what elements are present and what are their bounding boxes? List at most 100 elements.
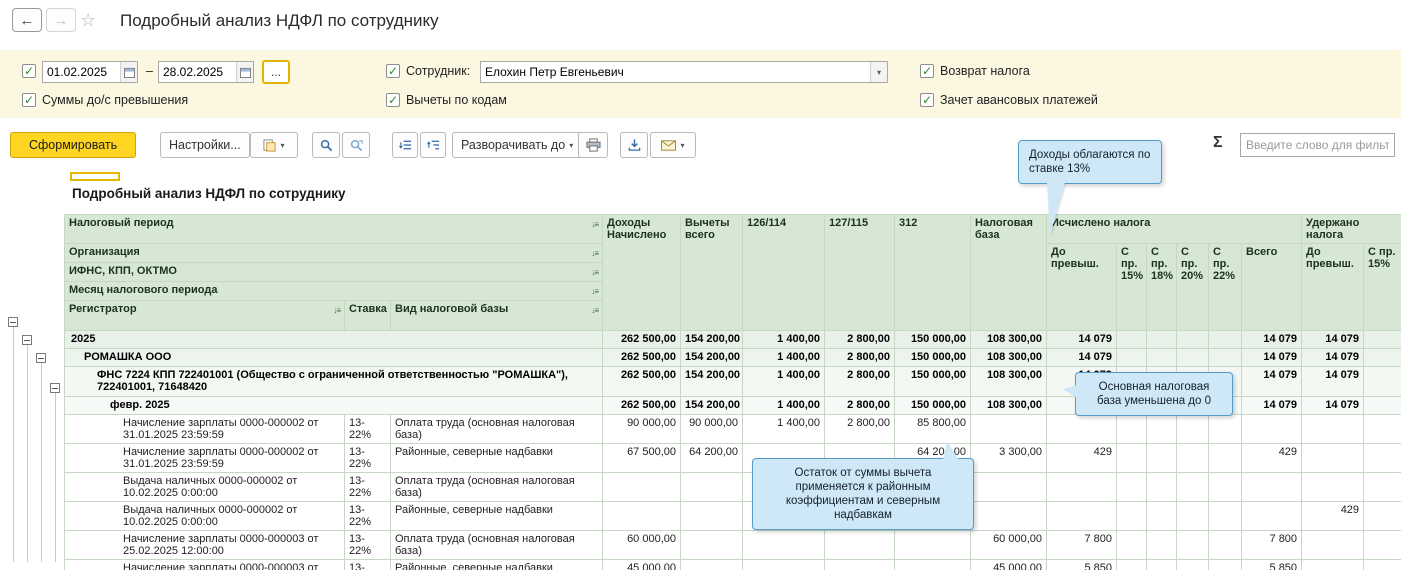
sort-icon[interactable]: ↓≡ — [591, 219, 598, 231]
row-label-cell[interactable]: Начисление зарплаты 0000-000002 от 31.01… — [65, 444, 345, 473]
value-cell[interactable] — [1209, 502, 1242, 531]
value-cell[interactable] — [1209, 444, 1242, 473]
value-cell[interactable] — [1177, 473, 1209, 502]
value-cell[interactable]: 1 400,00 — [743, 349, 825, 367]
value-cell[interactable] — [1147, 502, 1177, 531]
header-code-126[interactable]: 126/114 — [743, 215, 825, 331]
value-cell[interactable] — [1147, 349, 1177, 367]
expand-levels-button[interactable] — [420, 132, 446, 158]
value-cell[interactable]: 5 850 — [1047, 560, 1117, 570]
header-calc-20[interactable]: С пр. 20% — [1177, 244, 1209, 331]
favorite-star-icon[interactable]: ☆ — [80, 10, 96, 31]
value-cell[interactable]: 108 300,00 — [971, 349, 1047, 367]
rate-cell[interactable]: 13-22% — [345, 415, 391, 444]
value-cell[interactable]: 1 400,00 — [743, 331, 825, 349]
value-cell[interactable]: 14 079 — [1047, 331, 1117, 349]
chevron-down-icon[interactable]: ▾ — [870, 62, 887, 82]
value-cell[interactable]: 262 500,00 — [603, 331, 681, 349]
settings-button[interactable]: Настройки... — [160, 132, 250, 158]
base-type-cell[interactable]: Оплата труда (основная налоговая база) — [391, 473, 603, 502]
header-calc-total[interactable]: Всего — [1242, 244, 1302, 331]
value-cell[interactable]: 1 400,00 — [743, 367, 825, 397]
value-cell[interactable] — [1177, 531, 1209, 560]
rate-cell[interactable]: 13-22% — [345, 502, 391, 531]
header-registrator[interactable]: ↓≡Регистратор — [65, 301, 345, 331]
save-button[interactable] — [620, 132, 648, 158]
value-cell[interactable]: 45 000,00 — [971, 560, 1047, 570]
value-cell[interactable]: 154 200,00 — [681, 349, 743, 367]
generate-button[interactable]: Сформировать — [10, 132, 136, 158]
value-cell[interactable] — [1177, 560, 1209, 570]
expand-to-button[interactable]: Разворачивать до ▾ — [452, 132, 582, 158]
value-cell[interactable] — [895, 531, 971, 560]
value-cell[interactable] — [825, 560, 895, 570]
base-type-cell[interactable]: Оплата труда (основная налоговая база) — [391, 531, 603, 560]
value-cell[interactable] — [1209, 531, 1242, 560]
value-cell[interactable] — [1242, 415, 1302, 444]
value-cell[interactable] — [1117, 349, 1147, 367]
value-cell[interactable] — [1117, 473, 1147, 502]
report-data-row[interactable]: Начисление зарплаты 0000-000002 от 31.01… — [65, 415, 1401, 444]
header-tax-period[interactable]: ↓≡Налоговый период — [65, 215, 603, 244]
header-ifns[interactable]: ↓≡ИФНС, КПП, ОКТМО — [65, 263, 603, 282]
value-cell[interactable]: 14 079 — [1302, 331, 1364, 349]
value-cell[interactable] — [743, 531, 825, 560]
value-cell[interactable]: 3 300,00 — [971, 444, 1047, 473]
value-cell[interactable] — [1147, 415, 1177, 444]
header-income[interactable]: ДоходыНачислено — [603, 215, 681, 331]
value-cell[interactable]: 7 800 — [1047, 531, 1117, 560]
row-label-cell[interactable]: РОМАШКА ООО — [65, 349, 603, 367]
value-cell[interactable]: 14 079 — [1242, 367, 1302, 397]
value-cell[interactable] — [1242, 473, 1302, 502]
value-cell[interactable]: 150 000,00 — [895, 367, 971, 397]
rate-cell[interactable]: 13-22% — [345, 473, 391, 502]
value-cell[interactable] — [1117, 444, 1147, 473]
value-cell[interactable] — [971, 473, 1047, 502]
value-cell[interactable]: 14 079 — [1242, 397, 1302, 415]
header-calc-before-excess[interactable]: До превыш. — [1047, 244, 1117, 331]
report-data-row[interactable]: Начисление зарплаты 0000-000003 от 25.02… — [65, 560, 1401, 570]
sort-icon[interactable]: ↓≡ — [591, 305, 598, 317]
value-cell[interactable]: 90 000,00 — [603, 415, 681, 444]
value-cell[interactable] — [743, 560, 825, 570]
value-cell[interactable] — [1209, 349, 1242, 367]
value-cell[interactable]: 90 000,00 — [681, 415, 743, 444]
value-cell[interactable] — [1177, 444, 1209, 473]
value-cell[interactable] — [681, 531, 743, 560]
value-cell[interactable] — [1364, 349, 1401, 367]
value-cell[interactable] — [1117, 560, 1147, 570]
value-cell[interactable]: 262 500,00 — [603, 397, 681, 415]
value-cell[interactable]: 150 000,00 — [895, 331, 971, 349]
value-cell[interactable] — [1364, 502, 1401, 531]
header-calc-18[interactable]: С пр. 18% — [1147, 244, 1177, 331]
header-base-type[interactable]: ↓≡Вид налоговой базы — [391, 301, 603, 331]
base-type-cell[interactable]: Районные, северные надбавки — [391, 502, 603, 531]
header-withheld-group[interactable]: Удержано налога — [1302, 215, 1401, 244]
value-cell[interactable]: 2 800,00 — [825, 415, 895, 444]
row-label-cell[interactable]: Выдача наличных 0000-000002 от 10.02.202… — [65, 502, 345, 531]
value-cell[interactable]: 7 800 — [1242, 531, 1302, 560]
value-cell[interactable]: 45 000,00 — [603, 560, 681, 570]
value-cell[interactable]: 108 300,00 — [971, 331, 1047, 349]
employee-input[interactable] — [481, 65, 870, 79]
value-cell[interactable]: 60 000,00 — [603, 531, 681, 560]
value-cell[interactable]: 1 400,00 — [743, 415, 825, 444]
row-label-cell[interactable]: ФНС 7224 КПП 722401001 (Общество с огран… — [65, 367, 603, 397]
period-more-button[interactable]: ... — [262, 60, 290, 84]
value-cell[interactable] — [1364, 473, 1401, 502]
quick-filter-input[interactable] — [1240, 133, 1395, 157]
header-code-127[interactable]: 127/115 — [825, 215, 895, 331]
search-next-button[interactable] — [342, 132, 370, 158]
value-cell[interactable]: 5 850 — [1242, 560, 1302, 570]
value-cell[interactable] — [971, 502, 1047, 531]
value-cell[interactable] — [1302, 415, 1364, 444]
header-organization[interactable]: ↓≡Организация — [65, 244, 603, 263]
header-calc-22[interactable]: С пр. 22% — [1209, 244, 1242, 331]
row-label-cell[interactable]: февр. 2025 — [65, 397, 603, 415]
header-code-312[interactable]: 312 — [895, 215, 971, 331]
value-cell[interactable]: 154 200,00 — [681, 331, 743, 349]
collapse-group-button[interactable] — [36, 353, 46, 363]
collapse-group-button[interactable] — [50, 383, 60, 393]
row-label-cell[interactable]: Начисление зарплаты 0000-000003 от 25.02… — [65, 531, 345, 560]
value-cell[interactable] — [1209, 415, 1242, 444]
